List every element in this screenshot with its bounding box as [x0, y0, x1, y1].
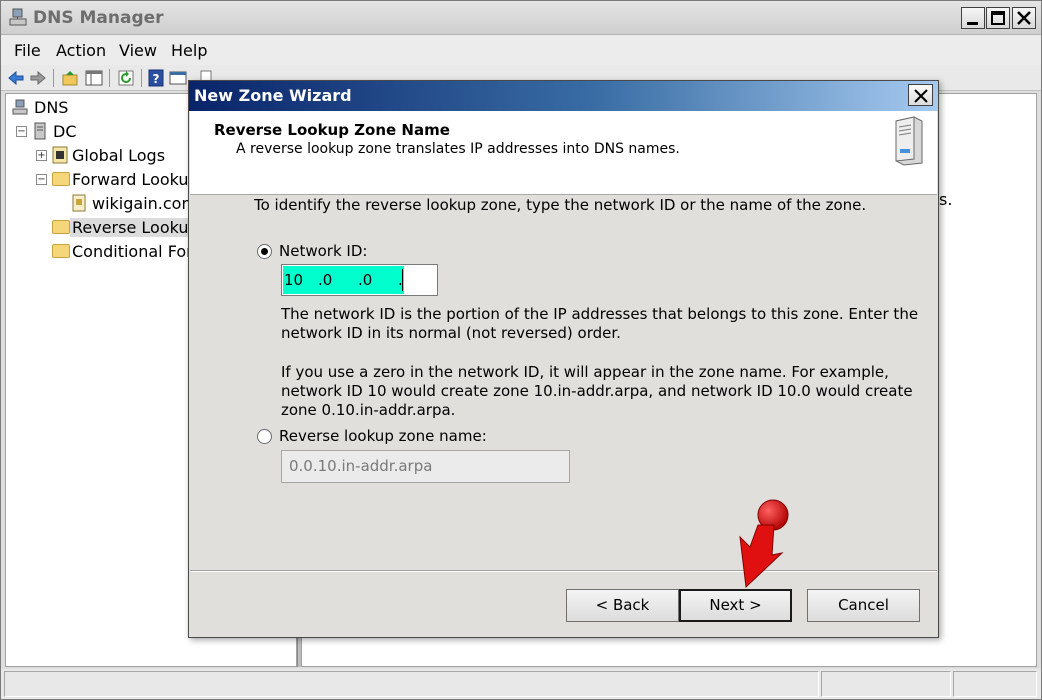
- page-title: Reverse Lookup Zone Name: [214, 121, 450, 139]
- menu-file[interactable]: File: [14, 41, 41, 60]
- network-id-input[interactable]: 10 .0 .0 .: [281, 264, 438, 296]
- minimize-icon: [967, 22, 978, 25]
- dialog-close-button[interactable]: [908, 84, 933, 106]
- reverse-zone-name-input[interactable]: 0.0.10.in-addr.arpa: [281, 450, 570, 483]
- log-icon: [52, 146, 68, 164]
- text-caret: [402, 269, 403, 291]
- tree-label: DNS: [34, 98, 69, 117]
- zero-note-line-2: network ID 10 would create zone 10.in-ad…: [281, 382, 913, 400]
- cancel-button[interactable]: Cancel: [807, 589, 920, 622]
- back-arrow-icon[interactable]: [7, 69, 25, 87]
- expand-icon[interactable]: +: [36, 150, 47, 161]
- tree-label: Conditional Forw: [72, 242, 206, 261]
- menu-view[interactable]: View: [119, 41, 157, 60]
- title-bar: DNS Manager: [1, 1, 1041, 35]
- menu-help[interactable]: Help: [171, 41, 207, 60]
- status-cell: [821, 671, 951, 697]
- toolbar-separator: [141, 69, 142, 87]
- back-button[interactable]: < Back: [566, 589, 679, 622]
- svg-text:?: ?: [153, 72, 160, 86]
- menu-action[interactable]: Action: [56, 41, 106, 60]
- network-id-radio[interactable]: [257, 244, 272, 259]
- up-folder-icon[interactable]: [61, 69, 79, 87]
- ip-octet-2[interactable]: .0: [318, 271, 332, 289]
- tree-item-forward-lookup[interactable]: − Forward Lookup: [10, 168, 200, 190]
- reverse-zone-name-radio[interactable]: [257, 429, 272, 444]
- zero-note-line-1: If you use a zero in the network ID, it …: [281, 363, 889, 381]
- network-id-description-1: The network ID is the portion of the IP …: [281, 305, 919, 323]
- status-cell: [4, 671, 819, 697]
- show-hide-tree-icon[interactable]: [85, 69, 103, 87]
- reverse-zone-name-value: 0.0.10.in-addr.arpa: [289, 457, 433, 475]
- forward-arrow-icon[interactable]: [29, 69, 47, 87]
- ip-octet-3[interactable]: .0: [358, 271, 372, 289]
- folder-icon: [52, 220, 70, 234]
- dns-manager-icon: [9, 8, 27, 26]
- toolbar-separator: [109, 69, 110, 87]
- window-title: DNS Manager: [33, 8, 164, 28]
- status-bar: [1, 669, 1041, 699]
- tree-item-wikigain[interactable]: wikigain.com: [10, 192, 200, 214]
- button-separator: [190, 570, 937, 572]
- wizard-header: Reverse Lookup Zone Name A reverse looku…: [190, 111, 937, 195]
- red-pointer-arrow-icon: [739, 499, 789, 589]
- menu-bar: File Action View Help: [1, 35, 1041, 65]
- server-icon: [34, 122, 46, 140]
- reverse-zone-name-label: Reverse lookup zone name:: [279, 427, 487, 445]
- minimize-button[interactable]: [961, 7, 985, 29]
- close-icon: [1017, 11, 1031, 25]
- help-icon[interactable]: ?: [147, 69, 165, 87]
- collapse-icon[interactable]: −: [36, 174, 47, 185]
- collapse-icon[interactable]: −: [16, 126, 27, 137]
- status-cell: [953, 671, 1037, 697]
- tree-label: Reverse Lookup: [70, 218, 201, 237]
- tree-label: Global Logs: [72, 146, 166, 165]
- folder-icon: [52, 172, 70, 186]
- tree-item-dns[interactable]: DNS: [10, 96, 110, 118]
- server-icon: [895, 116, 923, 166]
- tree-label: Forward Lookup: [72, 170, 199, 189]
- next-button[interactable]: Next >: [679, 589, 792, 622]
- tree-item-reverse-lookup[interactable]: Reverse Lookup: [10, 216, 201, 238]
- page-subtitle: A reverse lookup zone translates IP addr…: [236, 141, 680, 157]
- ip-octet-1[interactable]: 10: [284, 271, 303, 289]
- toolbar-separator: [53, 69, 54, 87]
- tree-item-dc[interactable]: − DC: [10, 120, 130, 142]
- folder-icon: [52, 244, 70, 258]
- maximize-button[interactable]: [986, 7, 1010, 29]
- tree-label: wikigain.com: [92, 194, 198, 213]
- tree-item-conditional-forwarders[interactable]: Conditional Forw: [10, 240, 206, 262]
- network-id-description-2: network ID in its normal (not reversed) …: [281, 324, 621, 342]
- refresh-icon[interactable]: [117, 69, 135, 87]
- dialog-title: New Zone Wizard: [194, 86, 352, 105]
- tree-label: DC: [53, 122, 77, 141]
- results-text-fragment: s.: [939, 190, 953, 209]
- network-id-label: Network ID:: [279, 242, 368, 260]
- instruction-text: To identify the reverse lookup zone, typ…: [254, 196, 867, 214]
- zone-file-icon: [72, 194, 86, 212]
- close-button[interactable]: [1012, 7, 1036, 29]
- properties-icon[interactable]: [169, 69, 187, 87]
- maximize-icon: [991, 11, 1005, 25]
- dns-icon: [12, 99, 28, 115]
- tree-item-global-logs[interactable]: + Global Logs: [10, 144, 200, 166]
- dialog-title-bar: New Zone Wizard: [189, 81, 938, 111]
- new-zone-wizard-dialog: New Zone Wizard Reverse Lookup Zone Name…: [188, 80, 939, 638]
- zero-note-line-3: zone 0.10.in-addr.arpa.: [281, 401, 456, 419]
- close-icon: [914, 89, 928, 103]
